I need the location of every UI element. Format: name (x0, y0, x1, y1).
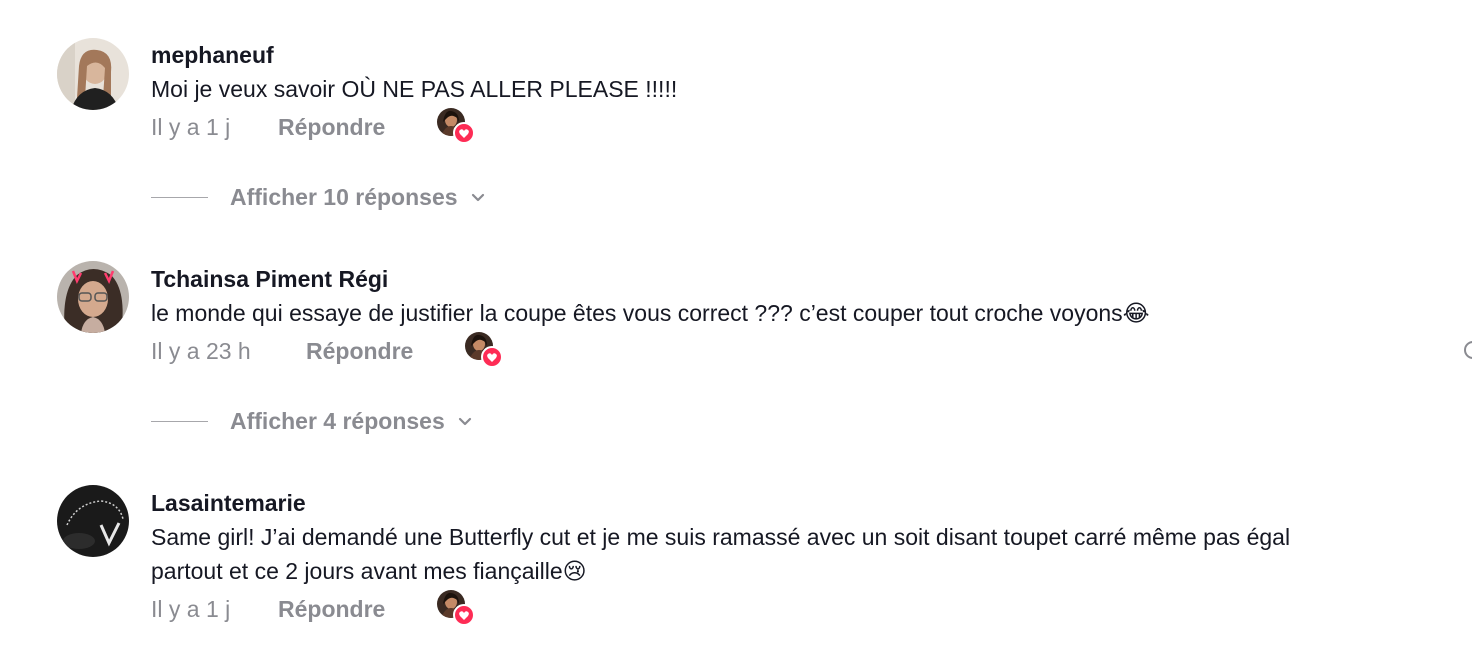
comment-text-line: Same girl! J’ai demandé une Butterfly cu… (151, 524, 1291, 550)
comment-time: Il y a 1 j (151, 596, 231, 622)
heart-icon (453, 604, 475, 626)
comment-username[interactable]: Lasaintemarie (151, 488, 1462, 518)
divider (151, 197, 208, 198)
view-replies-button[interactable]: Afficher 10 réponses (151, 184, 488, 211)
avatar[interactable] (57, 485, 129, 557)
view-replies-label: Afficher 4 réponses (230, 408, 445, 434)
comment-text: Moi je veux savoir OÙ NE PAS ALLER PLEAS… (151, 76, 678, 102)
liked-by-creator (437, 108, 475, 144)
comment-username[interactable]: mephaneuf (151, 40, 1462, 70)
comment-meta: Il y a 1 j Répondre (151, 108, 1462, 148)
divider (151, 421, 208, 422)
view-replies-label: Afficher 10 réponses (230, 184, 458, 210)
comment-text-line: partout et ce 2 jours avant mes fiançail… (151, 558, 587, 584)
chevron-down-icon (458, 417, 471, 425)
heart-icon (453, 122, 475, 144)
comment-meta: Il y a 1 j Répondre (151, 590, 1462, 630)
comment-meta: Il y a 23 h Répondre (151, 332, 1462, 372)
comment-time: Il y a 1 j (151, 114, 231, 140)
liked-by-creator (465, 332, 503, 368)
avatar[interactable] (57, 38, 129, 110)
liked-by-creator (437, 590, 475, 626)
reply-button[interactable]: Répondre (278, 596, 385, 623)
heart-icon (481, 346, 503, 368)
reply-button[interactable]: Répondre (278, 114, 385, 141)
more-options-icon[interactable] (1464, 341, 1472, 359)
comment-text: le monde qui essaye de justifier la coup… (151, 300, 1150, 326)
avatar[interactable] (57, 261, 129, 333)
comment-username[interactable]: Tchainsa Piment Régi (151, 264, 1462, 294)
view-replies-button[interactable]: Afficher 4 réponses (151, 408, 475, 435)
comment-time: Il y a 23 h (151, 338, 251, 364)
chevron-down-icon (471, 193, 484, 201)
reply-button[interactable]: Répondre (306, 338, 413, 365)
comment-text: Same girl! J’ai demandé une Butterfly cu… (151, 520, 1462, 588)
